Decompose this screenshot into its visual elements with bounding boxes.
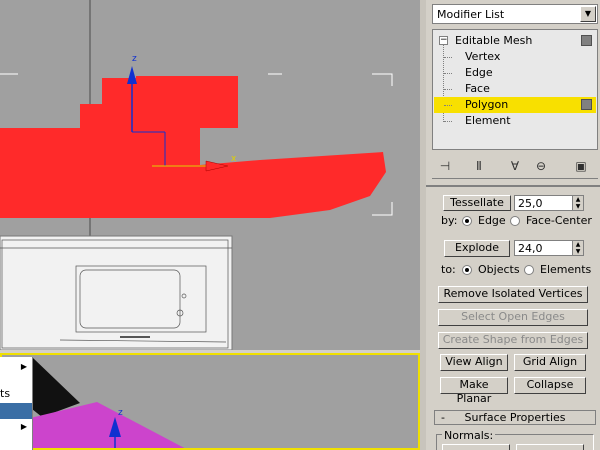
surface-properties-rollout[interactable]: - Surface Properties bbox=[434, 410, 596, 425]
radio-objects-label: Objects bbox=[478, 263, 520, 276]
show-end-result-icon[interactable]: Ⅱ bbox=[470, 157, 488, 175]
z-axis-label-bottom: z bbox=[118, 408, 123, 418]
make-unique-icon[interactable]: ∀ bbox=[506, 157, 524, 175]
select-open-edges-button[interactable]: Select Open Edges bbox=[438, 309, 588, 326]
stack-item-polygon[interactable]: Polygon bbox=[434, 97, 596, 113]
x-axis-label: x bbox=[231, 154, 237, 164]
remove-isolated-vertices-button[interactable]: Remove Isolated Vertices bbox=[438, 286, 588, 303]
radio-edge-label: Edge bbox=[478, 214, 506, 227]
subobject-swatch-icon bbox=[581, 99, 592, 110]
stack-item-element[interactable]: Element bbox=[434, 113, 596, 129]
tessellate-spinner[interactable]: 25,0 ▲ ▼ bbox=[514, 195, 584, 211]
stack-toolbar: ⊣ Ⅱ ∀ ⊖ ▣ bbox=[432, 154, 598, 179]
radio-face-center[interactable] bbox=[510, 216, 520, 226]
radio-elements[interactable] bbox=[524, 265, 534, 275]
viewport-canvas[interactable]: z x bbox=[0, 0, 420, 350]
collapse-button[interactable]: Collapse bbox=[514, 377, 586, 394]
mesh-object[interactable] bbox=[0, 76, 386, 218]
stack-item-face[interactable]: Face bbox=[434, 81, 596, 97]
blueprint-plane bbox=[0, 235, 233, 350]
chevron-down-icon[interactable]: ▼ bbox=[580, 6, 596, 22]
configure-sets-icon[interactable]: ▣ bbox=[572, 157, 590, 175]
context-menu-item[interactable]: ▶ bbox=[0, 359, 32, 375]
make-planar-button[interactable]: Make Planar bbox=[440, 377, 508, 405]
modifier-list-label: Modifier List bbox=[437, 8, 505, 21]
radio-edge[interactable] bbox=[462, 216, 472, 226]
surface-properties-title: Surface Properties bbox=[464, 411, 566, 424]
context-menu-item-highlighted[interactable] bbox=[0, 403, 32, 419]
panel-separator bbox=[426, 185, 600, 187]
perspective-canvas[interactable]: z bbox=[2, 355, 420, 450]
tessellate-by-label: by: bbox=[441, 214, 458, 227]
modifier-swatch-icon bbox=[581, 35, 592, 46]
context-menu-item[interactable]: ts bbox=[0, 385, 32, 401]
modifier-stack[interactable]: − Editable Mesh Vertex Edge Face Polygon… bbox=[432, 29, 598, 150]
modifier-list-dropdown[interactable]: Modifier List ▼ bbox=[432, 4, 598, 24]
radio-elements-label: Elements bbox=[540, 263, 592, 276]
radio-objects[interactable] bbox=[462, 265, 472, 275]
tessellate-button[interactable]: Tessellate bbox=[443, 195, 511, 211]
explode-spinner[interactable]: 24,0 ▲ ▼ bbox=[514, 240, 584, 256]
stack-item-edge[interactable]: Edge bbox=[434, 65, 596, 81]
remove-modifier-icon[interactable]: ⊖ bbox=[532, 157, 550, 175]
view-align-button[interactable]: View Align bbox=[440, 354, 508, 371]
spinner-arrows-icon[interactable]: ▲ ▼ bbox=[572, 241, 583, 255]
unify-normals-button[interactable] bbox=[516, 444, 584, 450]
command-panel: Modifier List ▼ − Editable Mesh Vertex E… bbox=[426, 0, 600, 450]
collapse-icon[interactable]: − bbox=[439, 36, 448, 45]
context-menu-item[interactable]: ▶ bbox=[0, 419, 32, 435]
create-shape-from-edges-button[interactable]: Create Shape from Edges bbox=[438, 332, 588, 349]
explode-button[interactable]: Explode bbox=[444, 240, 510, 257]
perspective-viewport[interactable]: z bbox=[0, 353, 420, 450]
rollout-collapse-icon[interactable]: - bbox=[441, 411, 445, 424]
top-viewport[interactable]: z x bbox=[0, 0, 420, 350]
pin-stack-icon[interactable]: ⊣ bbox=[436, 157, 454, 175]
stack-item-vertex[interactable]: Vertex bbox=[434, 49, 596, 65]
z-axis-label: z bbox=[132, 54, 137, 64]
radio-face-center-label: Face-Center bbox=[526, 214, 592, 227]
spinner-arrows-icon[interactable]: ▲ ▼ bbox=[572, 196, 583, 210]
stack-item-editable-mesh[interactable]: − Editable Mesh bbox=[434, 33, 596, 49]
explode-to-label: to: bbox=[441, 263, 456, 276]
flip-normals-button[interactable] bbox=[442, 444, 510, 450]
grid-align-button[interactable]: Grid Align bbox=[514, 354, 586, 371]
context-menu: ▶ ts ▶ bbox=[0, 357, 33, 450]
normals-label: Normals: bbox=[442, 429, 496, 442]
